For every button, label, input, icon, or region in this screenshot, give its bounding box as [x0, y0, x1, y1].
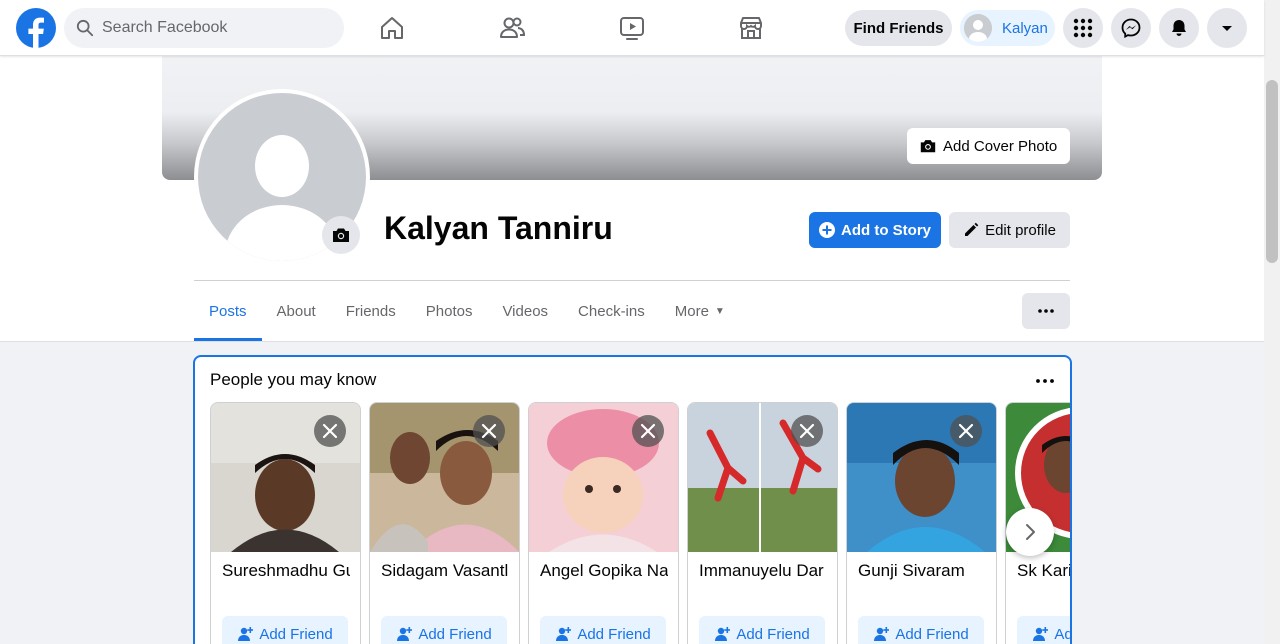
suggestion-card[interactable]: Immanuyelu Dar Add Friend	[687, 402, 838, 644]
tab-photos[interactable]: Photos	[411, 281, 488, 341]
tab-check-ins[interactable]: Check-ins	[563, 281, 660, 341]
find-friends-button[interactable]: Find Friends	[845, 10, 952, 46]
add-friend-button[interactable]: Add Friend	[858, 616, 984, 644]
tab-about[interactable]: About	[262, 281, 331, 341]
suggestion-cards: Sureshmadhu Gu Add Friend Sidagam Vasant…	[210, 402, 1072, 644]
carousel-next-button[interactable]	[1006, 508, 1054, 556]
person-name[interactable]: Sk Kari	[1017, 561, 1070, 581]
camera-icon	[920, 140, 936, 153]
add-friend-label: Add Friend	[259, 625, 333, 643]
person-name[interactable]: Sureshmadhu Gu	[222, 561, 350, 581]
edit-profile-label: Edit profile	[985, 221, 1056, 239]
dismiss-suggestion-button[interactable]	[791, 415, 823, 447]
person-name[interactable]: Sidagam Vasantl	[381, 561, 509, 581]
add-to-story-label: Add to Story	[841, 221, 931, 239]
close-icon	[640, 423, 656, 439]
person-name[interactable]: Gunji Sivaram	[858, 561, 986, 581]
page-scrollbar-thumb[interactable]	[1266, 80, 1278, 263]
search-input[interactable]	[102, 19, 322, 37]
add-friend-icon	[874, 627, 890, 641]
person-name[interactable]: Immanuyelu Dar	[699, 561, 827, 581]
add-cover-photo-button[interactable]: Add Cover Photo	[907, 128, 1070, 164]
camera-icon	[333, 228, 349, 242]
account-dropdown-icon[interactable]	[1207, 8, 1247, 48]
more-dots-icon	[1036, 379, 1054, 383]
notifications-bell-icon[interactable]	[1159, 8, 1199, 48]
avatar	[964, 14, 992, 42]
menu-grid-icon[interactable]	[1063, 8, 1103, 48]
close-icon	[958, 423, 974, 439]
pencil-icon	[965, 222, 979, 236]
profile-name: Kalyan Tanniru	[384, 210, 613, 246]
add-friend-label: Add Friend	[577, 625, 651, 643]
facebook-logo-icon[interactable]	[16, 8, 56, 48]
dismiss-suggestion-button[interactable]	[632, 415, 664, 447]
suggestion-card[interactable]: Sureshmadhu Gu Add Friend	[210, 402, 361, 644]
friends-icon[interactable]	[496, 12, 528, 44]
add-friend-label: Add Friend	[895, 625, 969, 643]
edit-profile-button[interactable]: Edit profile	[949, 212, 1070, 248]
add-friend-button[interactable]: Add Friend	[1017, 616, 1072, 644]
profile-shortcut-chip[interactable]: Kalyan	[960, 10, 1055, 46]
top-navigation-bar: Find Friends Kalyan	[0, 0, 1264, 56]
messenger-icon[interactable]	[1111, 8, 1151, 48]
chevron-right-icon	[1026, 524, 1035, 540]
people-you-may-know-panel: People you may know Sureshmadhu Gu Add F…	[193, 355, 1072, 644]
add-friend-icon	[1033, 627, 1049, 641]
profile-chip-name: Kalyan	[1002, 19, 1048, 37]
suggestion-card[interactable]: Sidagam Vasantl Add Friend	[369, 402, 520, 644]
person-name[interactable]: Angel Gopika Na	[540, 561, 668, 581]
watch-video-icon[interactable]	[616, 12, 648, 44]
search-bar[interactable]	[64, 8, 344, 48]
close-icon	[481, 423, 497, 439]
add-friend-icon	[556, 627, 572, 641]
add-friend-button[interactable]: Add Friend	[222, 616, 348, 644]
tab-friends[interactable]: Friends	[331, 281, 411, 341]
add-friend-icon	[238, 627, 254, 641]
suggestion-card[interactable]: Angel Gopika Na Add Friend	[528, 402, 679, 644]
add-friend-label: Add Friend	[418, 625, 492, 643]
dismiss-suggestion-button[interactable]	[314, 415, 346, 447]
search-icon	[76, 19, 94, 37]
people-you-may-know-title: People you may know	[210, 370, 377, 389]
add-friend-button[interactable]: Add Friend	[699, 616, 825, 644]
add-friend-icon	[397, 627, 413, 641]
close-icon	[799, 423, 815, 439]
dismiss-suggestion-button[interactable]	[950, 415, 982, 447]
caret-down-icon: ▼	[714, 305, 725, 317]
add-cover-photo-label: Add Cover Photo	[943, 137, 1058, 155]
add-friend-label: Add Friend	[736, 625, 810, 643]
plus-circle-icon	[819, 222, 835, 238]
more-dots-icon	[1038, 309, 1054, 313]
marketplace-icon[interactable]	[735, 12, 767, 44]
suggestion-card[interactable]: Gunji Sivaram Add Friend	[846, 402, 997, 644]
close-icon	[322, 423, 338, 439]
home-icon[interactable]	[376, 12, 408, 44]
profile-tabs: Posts About Friends Photos Videos Check-…	[194, 281, 740, 341]
add-friend-icon	[715, 627, 731, 641]
add-friend-button[interactable]: Add Friend	[381, 616, 507, 644]
dismiss-suggestion-button[interactable]	[473, 415, 505, 447]
update-profile-picture-button[interactable]	[322, 216, 360, 254]
tab-posts[interactable]: Posts	[194, 281, 262, 341]
add-friend-button[interactable]: Add Friend	[540, 616, 666, 644]
profile-more-options-button[interactable]	[1022, 293, 1070, 329]
add-friend-label: Add Friend	[1054, 625, 1072, 643]
tab-videos[interactable]: Videos	[487, 281, 563, 341]
pymk-options-button[interactable]	[1031, 367, 1059, 395]
tab-more[interactable]: More ▼	[660, 281, 740, 341]
add-to-story-button[interactable]: Add to Story	[809, 212, 941, 248]
